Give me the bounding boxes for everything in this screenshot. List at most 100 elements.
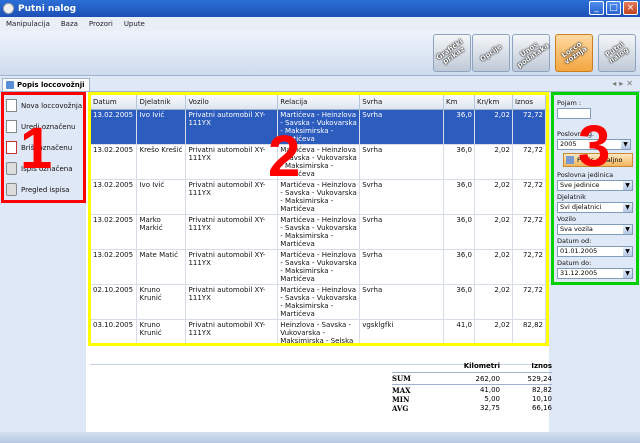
cell-iznos: 72,72 xyxy=(512,179,546,215)
cell-svrha: Svrha xyxy=(359,214,445,250)
graficki-prikaz-button[interactable]: Grafički prikaz xyxy=(433,34,471,72)
annotation-number-3: 3 xyxy=(578,114,611,179)
col-km[interactable]: Km xyxy=(443,95,476,110)
cell-djelatnik: Mate Matić xyxy=(136,249,187,285)
cell-djelatnik: Kruno Krunić xyxy=(136,319,187,343)
cell-datum: 13.02.2005 xyxy=(91,249,138,285)
maximize-button[interactable]: □ xyxy=(606,1,621,15)
title-bar: Putni nalog _ □ × xyxy=(0,0,640,17)
poslovna-jedinica-select[interactable]: Sve jedinice ▼ xyxy=(557,180,633,191)
menu-baza[interactable]: Baza xyxy=(61,20,78,28)
summary-label: AVG xyxy=(392,404,409,413)
annotation-number-1: 1 xyxy=(20,116,53,181)
putni-nalog-button[interactable]: Putni nalog xyxy=(598,34,636,72)
chevron-down-icon[interactable]: ▼ xyxy=(623,203,632,212)
cell-svrha: Svrha xyxy=(359,144,445,180)
print-preview-icon xyxy=(6,183,17,196)
summary-row-avg: AVG 32,75 66,16 xyxy=(392,404,552,413)
unos-podataka-button[interactable]: Unos podataka xyxy=(512,34,550,72)
cell-iznos: 72,72 xyxy=(512,214,546,250)
cell-knkm: 2,02 xyxy=(474,319,513,343)
summary-header: Kilometri Iznos xyxy=(392,362,552,373)
summary-row-max: MAX 41,00 82,82 xyxy=(392,386,552,395)
datum-do-value: 31.12.2005 xyxy=(560,269,598,277)
table-row[interactable]: 13.02.2005 Krešo Krešić Privatni automobil… xyxy=(91,144,546,180)
tab-label: Popis loccovožnji xyxy=(17,81,85,89)
datum-od-picker[interactable]: 01.01.2005 ▼ xyxy=(557,246,633,257)
table-row[interactable]: 13.02.2005 Marko Markić Privatni automobil… xyxy=(91,214,546,250)
cell-svrha: Svrha xyxy=(359,284,445,320)
table-row[interactable]: 03.10.2005 Kruno Krunić Privatni automobil… xyxy=(91,319,546,343)
summary-col-iznos: Iznos xyxy=(531,362,552,370)
locco-icon: Locco vožnja xyxy=(560,40,589,67)
tab-popis-loccovoznji[interactable]: Popis loccovožnji xyxy=(2,78,90,91)
cell-datum: 13.02.2005 xyxy=(91,109,138,145)
data-grid: Datum Djelatnik Vozilo Relacija Svrha Km… xyxy=(88,92,549,346)
table-row[interactable]: 13.02.2005 Ivo Ivić Privatni automobil XY-… xyxy=(91,109,546,145)
vozilo-select[interactable]: Sva vozila ▼ xyxy=(557,224,633,235)
cell-vozilo: Privatni automobil XY-111YX xyxy=(185,284,279,320)
menu-prozori[interactable]: Prozori xyxy=(89,20,113,28)
cell-datum: 13.02.2005 xyxy=(91,214,138,250)
col-djelatnik[interactable]: Djelatnik xyxy=(136,95,187,110)
col-svrha[interactable]: Svrha xyxy=(359,95,445,110)
djelatnik-value: Svi djelatnici xyxy=(560,203,602,211)
data-entry-icon: Unos podataka xyxy=(515,40,551,70)
table-row[interactable]: 02.10.2005 Kruno Krunić Privatni automobil… xyxy=(91,284,546,320)
cell-djelatnik: Ivo Ivić xyxy=(136,179,187,215)
action-label: Nova loccovožnja xyxy=(21,101,83,110)
cell-svrha: Svrha xyxy=(359,179,445,215)
chevron-down-icon[interactable]: ▼ xyxy=(623,181,632,190)
nova-loccovoznja-action[interactable]: Nova loccovožnja xyxy=(4,95,83,116)
chevron-down-icon[interactable]: ▼ xyxy=(623,247,632,256)
cell-km: 36,0 xyxy=(443,144,476,180)
new-document-icon xyxy=(6,99,17,112)
djelatnik-select[interactable]: Svi djelatnici ▼ xyxy=(557,202,633,213)
datum-do-picker[interactable]: 31.12.2005 ▼ xyxy=(557,268,633,279)
col-iznos[interactable]: Iznos xyxy=(512,95,546,110)
col-vozilo[interactable]: Vozilo xyxy=(185,95,279,110)
table-row[interactable]: 13.02.2005 Mate Matić Privatni automobil X… xyxy=(91,249,546,285)
poslovna-godina-value: 2005 xyxy=(560,140,577,148)
cell-iznos: 72,72 xyxy=(512,109,546,145)
summary-iznos: 10,10 xyxy=(531,395,552,403)
options-icon: Opcije xyxy=(478,42,504,63)
cell-djelatnik: Kruno Krunić xyxy=(136,284,187,320)
table-row[interactable]: 13.02.2005 Ivo Ivić Privatni automobil XY-… xyxy=(91,179,546,215)
summary-km: 32,75 xyxy=(479,404,500,412)
cell-vozilo: Privatni automobil XY-111YX xyxy=(185,319,279,343)
cell-knkm: 2,02 xyxy=(474,214,513,250)
window-title: Putni nalog xyxy=(18,3,77,14)
tab-navigation[interactable]: ◂▸✕ xyxy=(612,79,636,88)
close-button[interactable]: × xyxy=(623,1,638,15)
tab-strip: Popis loccovožnji ◂▸✕ xyxy=(0,78,640,91)
menu-upute[interactable]: Upute xyxy=(124,20,145,28)
app-icon xyxy=(3,3,14,14)
summary-iznos: 529,24 xyxy=(527,375,553,383)
cell-iznos: 72,72 xyxy=(512,249,546,285)
col-datum[interactable]: Datum xyxy=(91,95,138,110)
opcije-button[interactable]: Opcije xyxy=(472,34,510,72)
summary-table: Kilometri Iznos SUM 262,00 529,24 MAX 41… xyxy=(392,362,552,413)
cell-datum: 13.02.2005 xyxy=(91,179,138,215)
cell-svrha: Svrha xyxy=(359,109,445,145)
cell-knkm: 2,02 xyxy=(474,109,513,145)
cell-relacija: Martićeva - Heinzlova - Savska - Vukovar… xyxy=(277,214,361,250)
locco-voznja-button[interactable]: Locco vožnja xyxy=(555,34,593,72)
minimize-button[interactable]: _ xyxy=(589,1,604,15)
cell-relacija: Heinzlova - Savska - Vukovarska - Maksim… xyxy=(277,319,361,343)
chevron-down-icon[interactable]: ▼ xyxy=(621,140,630,149)
menu-manipulacija[interactable]: Manipulacija xyxy=(6,20,50,28)
chevron-down-icon[interactable]: ▼ xyxy=(623,269,632,278)
cell-knkm: 2,02 xyxy=(474,284,513,320)
chevron-down-icon[interactable]: ▼ xyxy=(623,225,632,234)
col-relacija[interactable]: Relacija xyxy=(277,95,361,110)
detail-list-icon xyxy=(566,156,574,164)
pregled-ispisa-action[interactable]: Pregled ispisa xyxy=(4,179,83,200)
print-icon xyxy=(6,162,17,175)
cell-djelatnik: Ivo Ivić xyxy=(136,109,187,145)
datum-od-label: Datum od: xyxy=(557,237,592,245)
cell-knkm: 2,02 xyxy=(474,249,513,285)
col-knkm[interactable]: Kn/km xyxy=(474,95,513,110)
list-icon xyxy=(6,81,14,89)
